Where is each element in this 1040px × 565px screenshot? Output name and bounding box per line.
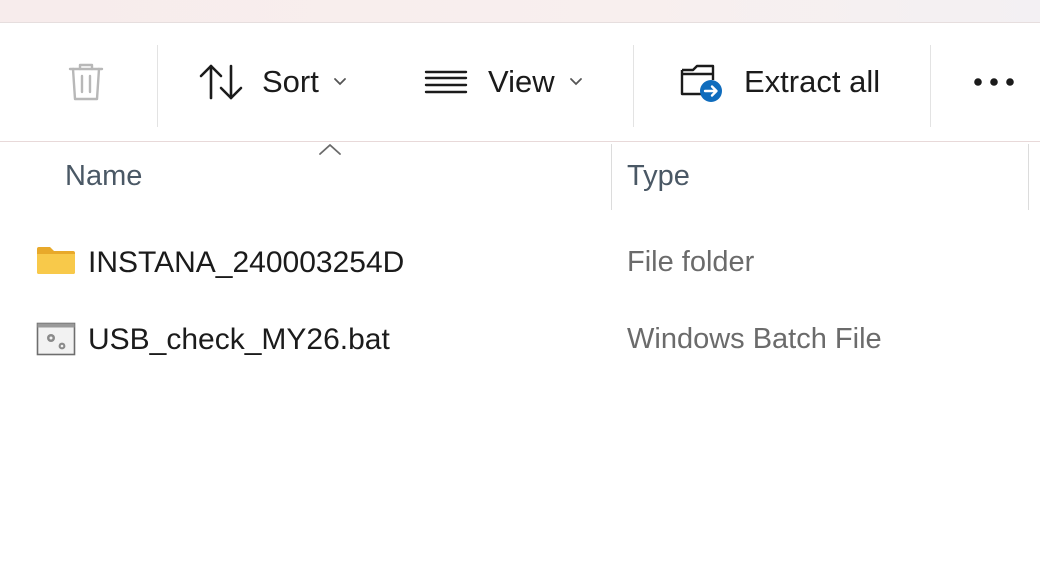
file-name: USB_check_MY26.bat [88,323,390,356]
extract-all-button[interactable]: Extract all [679,23,880,141]
list-lines-icon [424,66,468,98]
window-top-strip [0,0,1040,23]
sort-button[interactable]: Sort [198,23,347,141]
view-button[interactable]: View [424,23,583,141]
list-item[interactable]: USB_check_MY26.bat Windows Batch File [0,309,1040,369]
file-type: File folder [627,246,755,278]
file-name: INSTANA_240003254D [88,246,405,279]
list-item[interactable]: INSTANA_240003254D File folder [0,232,1040,292]
folder-icon [36,245,76,280]
column-header-name[interactable]: Name [65,160,142,193]
more-options-button[interactable] [972,23,1018,141]
chevron-down-icon [569,77,583,87]
chevron-down-icon [333,77,347,87]
extract-all-label: Extract all [744,64,881,99]
column-header-row: Name Type [0,142,1040,210]
sort-label: Sort [262,64,319,99]
ellipsis-icon [972,76,1018,88]
column-resize-handle[interactable] [611,144,612,210]
file-type: Windows Batch File [627,323,882,355]
command-bar: Sort View Extract all [0,23,1040,142]
toolbar-separator [157,45,158,127]
delete-button[interactable] [66,23,106,141]
view-label: View [488,64,555,99]
column-header-type[interactable]: Type [627,160,690,193]
trash-icon [66,60,106,104]
sort-arrows-icon [198,62,244,102]
column-resize-handle[interactable] [1028,144,1029,210]
folder-extract-icon [679,60,727,104]
toolbar-separator [930,45,931,127]
sort-ascending-caret-icon [318,142,342,161]
toolbar-separator [633,45,634,127]
batch-file-icon [36,322,76,361]
